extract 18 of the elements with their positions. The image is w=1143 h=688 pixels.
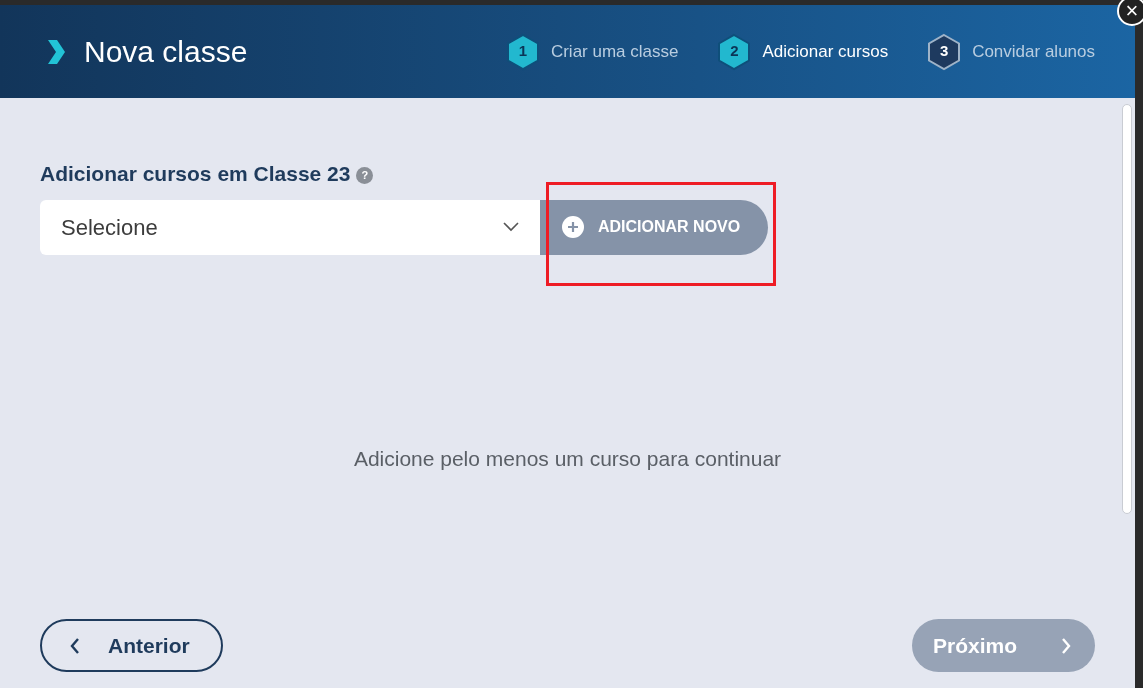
close-button[interactable]: × bbox=[1117, 0, 1143, 26]
scrollbar[interactable] bbox=[1122, 104, 1132, 514]
chevron-right-icon bbox=[1061, 637, 1072, 654]
course-select[interactable]: Selecione bbox=[40, 199, 540, 255]
step-number: 3 bbox=[926, 32, 963, 71]
empty-message: Adicione pelo menos um curso para continuar bbox=[352, 446, 783, 472]
step-number: 1 bbox=[504, 32, 541, 71]
step-label: Adicionar cursos bbox=[762, 40, 889, 63]
dialog-title: Nova classe bbox=[84, 34, 248, 70]
step-label: Convidar alunos bbox=[972, 40, 1095, 63]
chevron-left-icon bbox=[70, 637, 80, 654]
step-number: 2 bbox=[716, 32, 753, 71]
section-heading: Adicionar cursos em Classe 23 bbox=[40, 161, 351, 187]
step-label: Criar uma classe bbox=[550, 40, 679, 63]
chevron-down-icon bbox=[503, 222, 519, 232]
previous-button[interactable]: Anterior bbox=[40, 619, 223, 672]
plus-circle-icon bbox=[562, 216, 584, 238]
chevron-icon bbox=[46, 38, 66, 65]
